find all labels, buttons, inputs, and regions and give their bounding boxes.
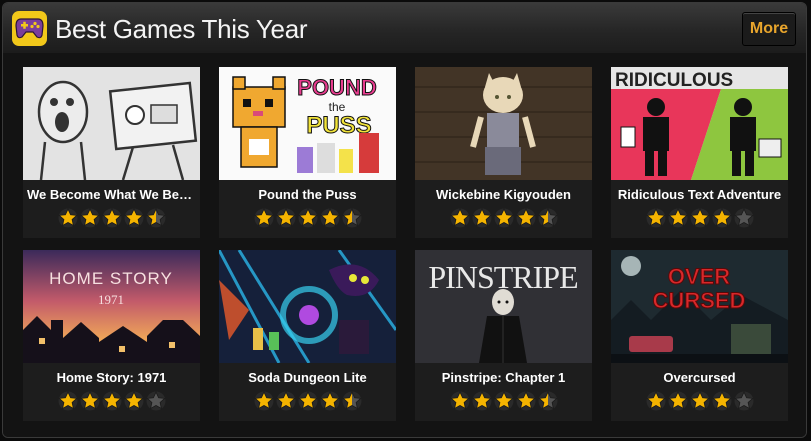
star-full-icon — [689, 391, 710, 411]
star-full-icon — [123, 391, 144, 411]
rating-stars — [23, 391, 200, 411]
game-card[interactable]: Wickebine Kigyouden — [415, 67, 592, 238]
game-title: Soda Dungeon Lite — [248, 370, 367, 385]
star-full-icon — [471, 208, 492, 228]
star-empty-icon — [733, 208, 754, 228]
game-card[interactable]: RIDICULOUS Ridiculous Text Adventure — [611, 67, 788, 238]
thumb-text: 1971 — [98, 292, 124, 307]
gamepad-icon — [12, 11, 47, 46]
star-full-icon — [711, 391, 732, 411]
game-thumbnail[interactable]: HOME STORY 1971 — [23, 250, 200, 363]
star-full-icon — [645, 208, 666, 228]
star-half-icon — [145, 208, 166, 228]
thumb-text: RIDICULOUS — [615, 70, 733, 91]
game-thumbnail[interactable]: OVER CURSED — [611, 250, 788, 363]
rating-stars — [415, 208, 592, 228]
game-title: Pinstripe: Chapter 1 — [441, 370, 566, 385]
game-card[interactable]: Soda Dungeon Lite — [219, 250, 396, 421]
star-half-icon — [537, 208, 558, 228]
star-full-icon — [297, 391, 318, 411]
star-full-icon — [515, 208, 536, 228]
star-full-icon — [79, 391, 100, 411]
star-full-icon — [57, 391, 78, 411]
game-title: Ridiculous Text Adventure — [617, 187, 782, 202]
rating-stars — [415, 391, 592, 411]
game-title: We Become What We Behold — [27, 187, 196, 202]
thumb-text: CURSED — [653, 288, 746, 313]
game-card[interactable]: PINSTRIPE Pinstripe: Chapter 1 — [415, 250, 592, 421]
star-half-icon — [341, 208, 362, 228]
star-full-icon — [297, 208, 318, 228]
star-full-icon — [645, 391, 666, 411]
rating-stars — [219, 391, 396, 411]
game-title: Home Story: 1971 — [56, 370, 167, 385]
game-card[interactable]: We Become What We Behold — [23, 67, 200, 238]
star-empty-icon — [145, 391, 166, 411]
star-full-icon — [79, 208, 100, 228]
star-full-icon — [253, 391, 274, 411]
best-games-widget: Best Games This Year More We Become What — [2, 2, 807, 438]
star-full-icon — [515, 391, 536, 411]
star-full-icon — [711, 208, 732, 228]
star-half-icon — [341, 391, 362, 411]
star-full-icon — [101, 208, 122, 228]
star-full-icon — [123, 208, 144, 228]
star-full-icon — [471, 391, 492, 411]
star-full-icon — [319, 391, 340, 411]
star-full-icon — [667, 208, 688, 228]
game-card[interactable]: OVER CURSED Overcursed — [611, 250, 788, 421]
game-thumbnail[interactable] — [23, 67, 200, 180]
widget-title: Best Games This Year — [55, 14, 308, 44]
game-title: Pound the Puss — [258, 187, 357, 202]
star-full-icon — [449, 391, 470, 411]
games-grid: We Become What We Behold POUND the PUSS … — [3, 53, 806, 437]
thumb-text: OVER — [668, 264, 730, 289]
star-full-icon — [319, 208, 340, 228]
star-full-icon — [493, 208, 514, 228]
game-card[interactable]: POUND the PUSS Pound the Puss — [219, 67, 396, 238]
game-thumbnail[interactable]: PINSTRIPE — [415, 250, 592, 363]
thumb-text: HOME STORY — [49, 269, 173, 288]
game-thumbnail[interactable] — [219, 250, 396, 363]
rating-stars — [611, 391, 788, 411]
star-full-icon — [449, 208, 470, 228]
game-title: Overcursed — [663, 370, 736, 385]
rating-stars — [219, 208, 396, 228]
rating-stars — [23, 208, 200, 228]
game-title: Wickebine Kigyouden — [436, 187, 571, 202]
star-full-icon — [57, 208, 78, 228]
star-full-icon — [689, 208, 710, 228]
thumb-text: POUND — [297, 75, 376, 100]
game-thumbnail[interactable]: POUND the PUSS — [219, 67, 396, 180]
star-full-icon — [253, 208, 274, 228]
star-full-icon — [667, 391, 688, 411]
star-full-icon — [275, 208, 296, 228]
rating-stars — [611, 208, 788, 228]
game-thumbnail[interactable]: RIDICULOUS — [611, 67, 788, 180]
star-full-icon — [275, 391, 296, 411]
star-full-icon — [101, 391, 122, 411]
star-full-icon — [493, 391, 514, 411]
star-half-icon — [537, 391, 558, 411]
widget-header: Best Games This Year More — [3, 3, 806, 54]
game-card[interactable]: HOME STORY 1971 Home Story: 1971 — [23, 250, 200, 421]
game-thumbnail[interactable] — [415, 67, 592, 180]
star-empty-icon — [733, 391, 754, 411]
more-button[interactable]: More — [742, 12, 796, 46]
